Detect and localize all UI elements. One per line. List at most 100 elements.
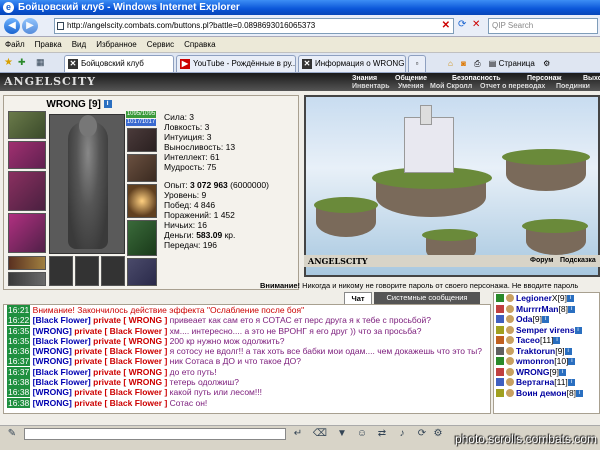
nav-my-scroll[interactable]: Мой Скролл [430, 83, 472, 91]
chat-sender[interactable]: [Black Flower] [33, 377, 91, 387]
user-list-item[interactable]: wmonron[10] i [494, 356, 599, 367]
bracer-slot[interactable] [8, 141, 46, 169]
search-input[interactable]: QIP Search [488, 18, 598, 34]
chat-private-target[interactable]: private [ WRONG ] [93, 336, 167, 346]
weapon-slot[interactable] [8, 171, 46, 211]
user-list-item[interactable]: WRONG[9] i [494, 367, 599, 378]
info-icon[interactable]: i [576, 389, 584, 397]
ring-slot-1[interactable] [8, 272, 46, 286]
user-name[interactable]: MurrrrMan [516, 304, 559, 314]
chat-sender[interactable]: [WRONG] [33, 356, 72, 366]
user-name[interactable]: WRONG [516, 367, 550, 377]
tab-system-messages[interactable]: Системные сообщения [374, 292, 480, 304]
user-list-item[interactable]: Вертагна[11] i [494, 377, 599, 388]
user-list-item[interactable]: Semper virens i [494, 325, 599, 336]
tab-fight-club[interactable]: ✕ Бойцовский клуб [64, 55, 174, 72]
nav-knowledge[interactable]: Знания [352, 75, 377, 83]
nav-inventory[interactable]: Инвентарь [352, 83, 390, 91]
earrings-slot[interactable] [127, 128, 157, 152]
user-list-item[interactable]: Traktorun[9] i [494, 346, 599, 357]
refresh-icon[interactable]: ⟳ [458, 19, 466, 30]
ring-slot-4[interactable] [101, 256, 125, 286]
chat-private-target[interactable]: private [ WRONG ] [93, 315, 167, 325]
send-icon[interactable]: ↵ [290, 426, 306, 442]
chat-sender[interactable]: [WRONG] [33, 346, 72, 356]
filter-icon[interactable]: ▼ [334, 426, 350, 442]
user-name[interactable]: Oda [516, 314, 533, 324]
user-list-item[interactable]: Воин демон[8] i [494, 388, 599, 399]
amulet-slot[interactable] [127, 154, 157, 182]
menu-tools[interactable]: Сервис [142, 37, 179, 53]
tab-chat[interactable]: Чат [344, 292, 372, 304]
tools-menu-button[interactable]: ⚙ [543, 59, 550, 68]
info-icon[interactable]: i [568, 358, 576, 366]
tab-info-wrong[interactable]: ✕ Информация о WRONG [298, 55, 406, 72]
nav-transfer-report[interactable]: Отчет о переводах [480, 83, 545, 91]
chat-private-target[interactable]: private [ Black Flower ] [74, 326, 167, 336]
user-list-item[interactable]: Taceo[11] i [494, 335, 599, 346]
stop-icon[interactable]: ✕ [442, 19, 450, 33]
chat-mode-icon[interactable]: ✎ [4, 426, 20, 442]
print-icon[interactable]: ⎙ [474, 59, 480, 68]
back-arrow-icon[interactable]: ◀ [4, 18, 20, 34]
info-icon[interactable]: i [564, 347, 572, 355]
smiley-icon[interactable]: ☺ [354, 426, 370, 442]
nav-character[interactable]: Персонаж [527, 75, 561, 83]
chat-sender[interactable]: [WRONG] [33, 398, 72, 408]
chat-private-target[interactable]: private [ Black Flower ] [74, 356, 167, 366]
chat-private-target[interactable]: private [ WRONG ] [93, 377, 167, 387]
stop-icon[interactable]: ✕ [472, 19, 480, 30]
user-name[interactable]: Вертагна [516, 377, 554, 387]
ring-slot-3[interactable] [75, 256, 99, 286]
boots-slot[interactable] [127, 258, 157, 286]
home-icon[interactable]: ⌂ [448, 59, 453, 68]
info-icon[interactable]: i [574, 326, 582, 334]
tab-youtube[interactable]: ▶ YouTube - Рождённые в ру... [176, 55, 296, 72]
sound-icon[interactable]: ♪ [394, 426, 410, 442]
chat-sender[interactable]: [Black Flower] [33, 367, 91, 377]
nav-communication[interactable]: Общение [395, 75, 427, 83]
user-name[interactable]: wmonron [516, 356, 554, 366]
user-list-item[interactable]: LegionerX[9] i [494, 293, 599, 304]
add-favorite-icon[interactable]: ✚ [18, 57, 26, 68]
belt-slot[interactable] [8, 256, 46, 270]
helmet-slot[interactable] [8, 111, 46, 139]
user-name[interactable]: Legioner [516, 293, 552, 303]
user-name[interactable]: Traktorun [516, 346, 555, 356]
menu-favorites[interactable]: Избранное [91, 37, 142, 53]
chat-input[interactable] [24, 428, 286, 440]
nav-exit[interactable]: Выход [583, 75, 600, 83]
info-icon[interactable]: i [558, 368, 566, 376]
shield-slot[interactable] [127, 184, 157, 218]
chat-private-target[interactable]: private [ Black Flower ] [74, 398, 167, 408]
info-icon[interactable]: i [567, 305, 575, 313]
user-list-item[interactable]: MurrrrMan[8] i [494, 304, 599, 315]
favorites-star-icon[interactable]: ★ [4, 57, 13, 68]
refresh-chat-icon[interactable]: ⟳ [414, 426, 430, 442]
menu-view[interactable]: Вид [67, 37, 91, 53]
user-list-item[interactable]: Oda[9] i [494, 314, 599, 325]
menu-file[interactable]: Файл [0, 37, 30, 53]
page-menu-button[interactable]: ▤ Страница [489, 59, 535, 68]
user-name[interactable]: Semper virens [516, 325, 575, 335]
menu-edit[interactable]: Правка [30, 37, 67, 53]
info-icon[interactable]: i [103, 100, 112, 109]
info-icon[interactable]: i [567, 295, 575, 303]
forum-link[interactable]: Форум [530, 255, 553, 267]
nav-skills[interactable]: Умения [398, 83, 424, 91]
nav-battles[interactable]: Поединки [556, 83, 590, 91]
chat-private-target[interactable]: private [ Black Flower ] [74, 346, 167, 356]
info-icon[interactable]: i [541, 316, 549, 324]
info-icon[interactable]: i [553, 337, 561, 345]
menu-help[interactable]: Справка [179, 37, 220, 53]
settings-icon[interactable]: ⚙ [430, 426, 446, 442]
feeds-icon[interactable]: ◙ [461, 59, 466, 68]
clear-icon[interactable]: ⌫ [312, 426, 328, 442]
armor-slot[interactable] [8, 213, 46, 253]
gloves-slot[interactable] [127, 220, 157, 256]
url-field[interactable]: http://angelscity.combats.com/buttons.pl… [54, 18, 454, 34]
character-name[interactable]: WRONG [9] i [4, 99, 154, 110]
user-name[interactable]: Воин демон [516, 388, 567, 398]
chat-sender[interactable]: [WRONG] [33, 326, 72, 336]
chat-private-target[interactable]: private [ WRONG ] [93, 367, 167, 377]
